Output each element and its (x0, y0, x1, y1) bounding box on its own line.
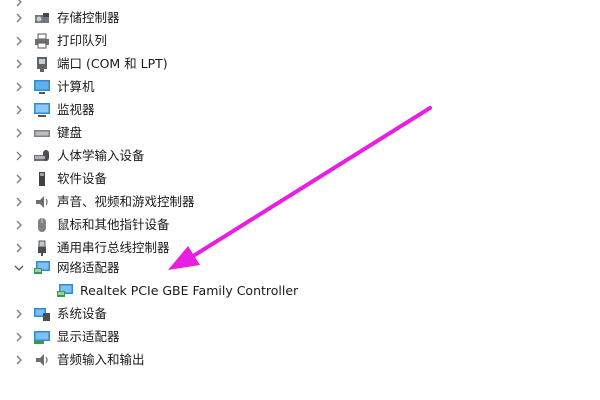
tree-item-label: 端口 (COM 和 LPT) (57, 56, 168, 71)
chevron-right-icon[interactable] (13, 191, 25, 213)
mouse-icon (33, 216, 51, 234)
chevron-right-icon[interactable] (13, 122, 25, 144)
tree-item-label: 音频输入和输出 (57, 352, 145, 367)
display-adapter-icon (33, 328, 51, 346)
monitor-icon (33, 101, 51, 119)
network-adapter-icon (33, 259, 51, 277)
chevron-right-icon[interactable] (13, 303, 25, 325)
storage-controller-icon (33, 9, 51, 27)
audio-io-icon (33, 351, 51, 369)
chevron-right-icon[interactable] (13, 237, 25, 259)
keyboard-icon (33, 124, 51, 142)
printer-icon (33, 32, 51, 50)
tree-item-label: 通用串行总线控制器 (57, 240, 170, 255)
chevron-right-icon[interactable] (13, 214, 25, 236)
speaker-icon (33, 193, 51, 211)
tree-item-label: 存储控制器 (57, 10, 120, 25)
tree-item-label: 鼠标和其他指针设备 (57, 217, 170, 232)
chevron-right-icon[interactable] (13, 7, 25, 29)
chevron-down-icon[interactable] (13, 257, 25, 279)
tree-item-label: 网络适配器 (57, 260, 120, 275)
chevron-right-icon[interactable] (13, 349, 25, 371)
tree-item-label: 计算机 (57, 79, 95, 94)
chevron-right-icon[interactable] (13, 53, 25, 75)
tree-item-label: Realtek PCIe GBE Family Controller (80, 283, 299, 298)
tree-item-label: 人体学输入设备 (57, 148, 145, 163)
computer-icon (33, 78, 51, 96)
device-tree: 存储控制器 打印队列 端口 (COM 和 LPT) 计算机 监视器 键盘 人体学… (0, 0, 600, 400)
chevron-right-icon[interactable] (13, 145, 25, 167)
tree-item-label: 打印队列 (57, 33, 108, 48)
chevron-right-icon[interactable] (13, 99, 25, 121)
chevron-right-icon[interactable] (13, 326, 25, 348)
software-device-icon (33, 170, 51, 188)
tree-item-label: 系统设备 (57, 306, 108, 321)
port-icon (33, 55, 51, 73)
hid-icon (33, 147, 51, 165)
tree-item-label: 键盘 (57, 125, 83, 140)
chevron-right-icon[interactable] (13, 30, 25, 52)
tree-item-label: 声音、视频和游戏控制器 (57, 194, 195, 209)
tree-item-label: 软件设备 (57, 171, 108, 186)
tree-item-label: 监视器 (57, 102, 95, 117)
chevron-right-icon[interactable] (13, 168, 25, 190)
chevron-right-icon[interactable] (13, 76, 25, 98)
network-adapter-icon (56, 282, 74, 300)
tree-item-label: 显示适配器 (57, 329, 120, 344)
system-device-icon (33, 305, 51, 323)
usb-icon (33, 239, 51, 257)
